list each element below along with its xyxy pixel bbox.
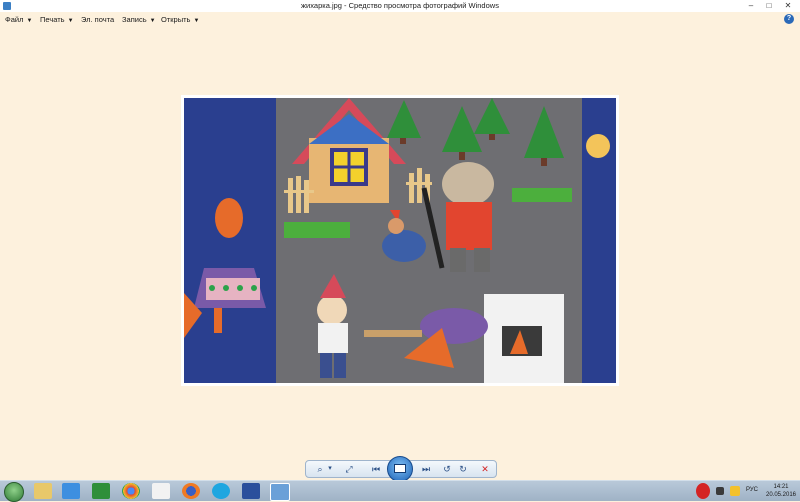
menu-print-label: Печать [40, 15, 65, 24]
rotate-ccw-icon[interactable]: ↺ [440, 463, 454, 475]
start-button[interactable] [4, 482, 24, 502]
title-bar: жихарка.jpg - Средство просмотра фотогра… [0, 0, 800, 12]
tray-flag-icon[interactable] [730, 486, 740, 496]
language-indicator[interactable]: РУС [746, 487, 758, 493]
actual-size-icon[interactable]: ⤢ [342, 463, 356, 475]
skype-icon[interactable] [212, 483, 230, 499]
slideshow-icon [394, 464, 406, 473]
chevron-down-icon: ▼ [193, 18, 200, 24]
window-title: жихарка.jpg - Средство просмотра фотогра… [301, 1, 499, 10]
taskbar: РУС 14:21 20.05.2016 [0, 480, 800, 502]
help-icon[interactable]: ? [784, 14, 794, 24]
felt-board-picture [184, 98, 616, 383]
excel-icon[interactable] [92, 483, 110, 499]
chrome-icon[interactable] [122, 483, 140, 499]
chevron-down-icon: ▼ [67, 18, 74, 24]
chevron-down-icon: ▼ [26, 18, 33, 24]
clock-date: 20.05.2016 [765, 492, 797, 498]
maximize-button[interactable]: □ [762, 0, 776, 12]
rotate-cw-icon[interactable]: ↻ [456, 463, 470, 475]
zoom-dropdown-icon[interactable]: ▾ [326, 463, 334, 475]
home-icon[interactable] [152, 483, 170, 499]
clock[interactable]: 14:21 20.05.2016 [764, 483, 798, 499]
menu-file-label: Файл [5, 15, 24, 24]
firefox-icon[interactable] [182, 483, 200, 499]
displayed-photo [184, 98, 616, 383]
ie-icon[interactable] [62, 483, 80, 499]
menu-burn-label: Запись [122, 15, 147, 24]
menu-email[interactable]: Эл. почта [81, 12, 114, 27]
photo-viewer-icon[interactable] [270, 483, 290, 501]
chevron-down-icon: ▼ [149, 18, 156, 24]
menu-burn[interactable]: Запись ▼ [122, 12, 156, 27]
menu-file[interactable]: Файл ▼ [5, 12, 32, 27]
previous-icon[interactable]: ⏮ [368, 463, 384, 475]
clock-time: 14:21 [773, 484, 789, 490]
tray-chevron-icon[interactable] [716, 487, 724, 495]
menu-bar: Файл ▼ Печать ▼ Эл. почта Запись ▼ Открыть ▼… [0, 12, 800, 27]
tray-app-icon[interactable] [696, 483, 710, 499]
menu-open-label: Открыть [161, 15, 191, 24]
sailboat-icon[interactable] [242, 483, 260, 499]
explorer-icon[interactable] [34, 483, 52, 499]
close-button[interactable]: ✕ [781, 0, 795, 12]
minimize-button[interactable]: – [744, 0, 758, 12]
delete-icon[interactable]: ✕ [478, 463, 492, 475]
menu-print[interactable]: Печать ▼ [40, 12, 74, 27]
next-icon[interactable]: ⏭ [418, 463, 434, 475]
menu-open[interactable]: Открыть ▼ [161, 12, 199, 27]
menu-email-label: Эл. почта [81, 15, 115, 24]
slideshow-button[interactable] [387, 456, 413, 482]
